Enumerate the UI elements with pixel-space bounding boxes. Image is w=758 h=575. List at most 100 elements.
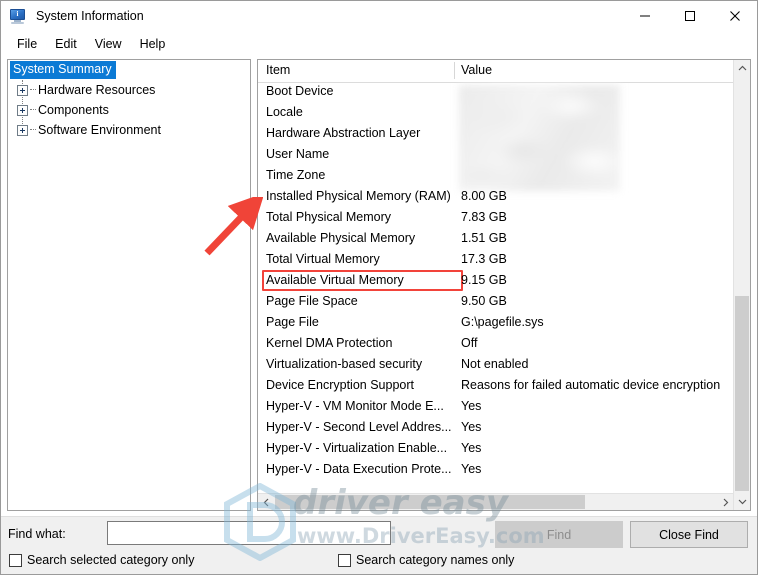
row-item-value: Off [461, 336, 478, 350]
computer-monitor-icon: i [10, 8, 27, 24]
plus-box-icon[interactable] [17, 84, 28, 96]
row-item-value: 7.83 GB [461, 210, 507, 224]
table-row[interactable]: Locale [258, 103, 734, 124]
checkbox-box-icon[interactable] [338, 553, 351, 567]
tree-item-label: System Summary [10, 61, 116, 79]
table-row[interactable]: Available Virtual Memory 9.15 GB [258, 271, 734, 292]
row-item-label: Installed Physical Memory (RAM) [266, 189, 451, 203]
window-title: System Information [36, 9, 144, 23]
tree-item-software-environment[interactable]: Software Environment [8, 120, 250, 140]
search-input[interactable] [107, 521, 391, 545]
table-row[interactable]: Kernel DMA Protection Off [258, 334, 734, 355]
tree-item-label: Components [38, 103, 109, 117]
table-row[interactable]: Hyper-V - Second Level Addres... Yes [258, 418, 734, 439]
tree-item-label: Hardware Resources [38, 83, 156, 97]
table-row[interactable]: Time Zone [258, 166, 734, 187]
menu-item-help[interactable]: Help [131, 35, 175, 53]
maximize-button[interactable] [667, 1, 712, 31]
row-item-label: Hyper-V - Data Execution Prote... [266, 462, 452, 476]
menu-item-file[interactable]: File [8, 35, 46, 53]
table-row[interactable]: Page File G:\pagefile.sys [258, 313, 734, 334]
row-item-label: Available Physical Memory [266, 231, 416, 245]
table-row[interactable]: Page File Space 9.50 GB [258, 292, 734, 313]
plus-box-icon[interactable] [17, 124, 28, 136]
tree-connector-dash [30, 89, 36, 91]
tree-item-label: Software Environment [38, 123, 161, 137]
tree-connector-dash [30, 109, 36, 111]
row-item-label: Hardware Abstraction Layer [266, 126, 421, 140]
table-row[interactable]: Device Encryption Support Reasons for fa… [258, 376, 734, 397]
table-row[interactable]: Hyper-V - Data Execution Prote... Yes [258, 460, 734, 481]
table-row[interactable]: Total Virtual Memory 17.3 GB [258, 250, 734, 271]
row-item-value: 8.00 GB [461, 189, 507, 203]
table-row[interactable]: Virtualization-based security Not enable… [258, 355, 734, 376]
row-item-value: Yes [461, 441, 482, 455]
row-item-value: 1.51 GB [461, 231, 507, 245]
row-item-label: Total Physical Memory [266, 210, 392, 224]
chevron-left-icon[interactable] [258, 494, 274, 510]
chevron-down-icon[interactable] [734, 493, 750, 510]
system-information-window: i System Information File Edit View Help [0, 0, 758, 575]
table-row-highlighted[interactable]: Installed Physical Memory (RAM) 8.00 GB [258, 187, 734, 208]
horizontal-scrollbar-thumb[interactable] [275, 495, 585, 509]
table-row[interactable]: Boot Device [258, 82, 734, 103]
table-row[interactable]: Hardware Abstraction Layer [258, 124, 734, 145]
row-item-label: Hyper-V - Virtualization Enable... [266, 441, 448, 455]
close-button[interactable] [712, 1, 757, 31]
close-icon [729, 11, 740, 21]
find-button[interactable]: Find [495, 521, 623, 548]
tree-item-components[interactable]: Components [8, 100, 250, 120]
plus-box-icon[interactable] [17, 104, 28, 116]
table-row[interactable]: Total Physical Memory 7.83 GB [258, 208, 734, 229]
column-header-item[interactable]: Item [266, 63, 290, 77]
table-row[interactable]: User Name [258, 145, 734, 166]
row-item-label: Device Encryption Support [266, 378, 414, 392]
menu-item-edit[interactable]: Edit [46, 35, 86, 53]
chevron-up-icon[interactable] [734, 60, 750, 77]
minimize-icon [639, 15, 650, 17]
horizontal-scrollbar[interactable] [258, 493, 733, 510]
row-item-label: Locale [266, 105, 303, 119]
minimize-button[interactable] [622, 1, 667, 31]
table-row[interactable]: Available Physical Memory 1.51 GB [258, 229, 734, 250]
tree-item-system-summary[interactable]: System Summary [8, 60, 250, 80]
table-row[interactable]: Hyper-V - VM Monitor Mode E... Yes [258, 397, 734, 418]
row-item-label: Total Virtual Memory [266, 252, 380, 266]
checkbox-label: Search selected category only [27, 553, 195, 567]
table-row[interactable]: Hyper-V - Virtualization Enable... Yes [258, 439, 734, 460]
details-list: Item Value Boot Device Locale Hardware A… [257, 59, 751, 511]
checkbox-label: Search category names only [356, 553, 515, 567]
row-item-value: Not enabled [461, 357, 529, 371]
chevron-right-icon[interactable] [717, 494, 733, 510]
tree-item-hardware-resources[interactable]: Hardware Resources [8, 80, 250, 100]
checkbox-search-selected-category[interactable]: Search selected category only [9, 553, 194, 567]
row-item-label: Kernel DMA Protection [266, 336, 393, 350]
list-header: Item Value [258, 60, 734, 83]
row-item-value: Yes [461, 399, 482, 413]
checkbox-box-icon[interactable] [9, 553, 22, 567]
row-item-label: Virtualization-based security [266, 357, 423, 371]
row-item-label: Time Zone [266, 168, 326, 182]
row-item-label: Boot Device [266, 84, 334, 98]
list-rows-container: Boot Device Locale Hardware Abstraction … [258, 82, 734, 490]
row-item-label: User Name [266, 147, 330, 161]
row-item-value: 9.15 GB [461, 273, 507, 287]
row-item-value: 9.50 GB [461, 294, 507, 308]
main-content: System Summary Hardware Resources Compon… [1, 55, 757, 515]
vertical-scrollbar[interactable] [733, 60, 750, 510]
row-item-value: Reasons for failed automatic device encr… [461, 378, 721, 392]
row-item-label: Page File Space [266, 294, 358, 308]
category-tree: System Summary Hardware Resources Compon… [7, 59, 251, 511]
column-divider[interactable] [454, 62, 455, 79]
tree-connector-dash [30, 129, 36, 131]
vertical-scrollbar-thumb[interactable] [735, 296, 749, 491]
menu-item-view[interactable]: View [86, 35, 131, 53]
row-item-value: Yes [461, 462, 482, 476]
row-item-value: G:\pagefile.sys [461, 315, 544, 329]
column-header-value[interactable]: Value [461, 63, 492, 77]
find-what-label: Find what: [8, 527, 66, 541]
row-item-value: Yes [461, 420, 482, 434]
checkbox-search-category-names[interactable]: Search category names only [338, 553, 514, 567]
row-item-label: Hyper-V - VM Monitor Mode E... [266, 399, 444, 413]
close-find-button[interactable]: Close Find [630, 521, 748, 548]
